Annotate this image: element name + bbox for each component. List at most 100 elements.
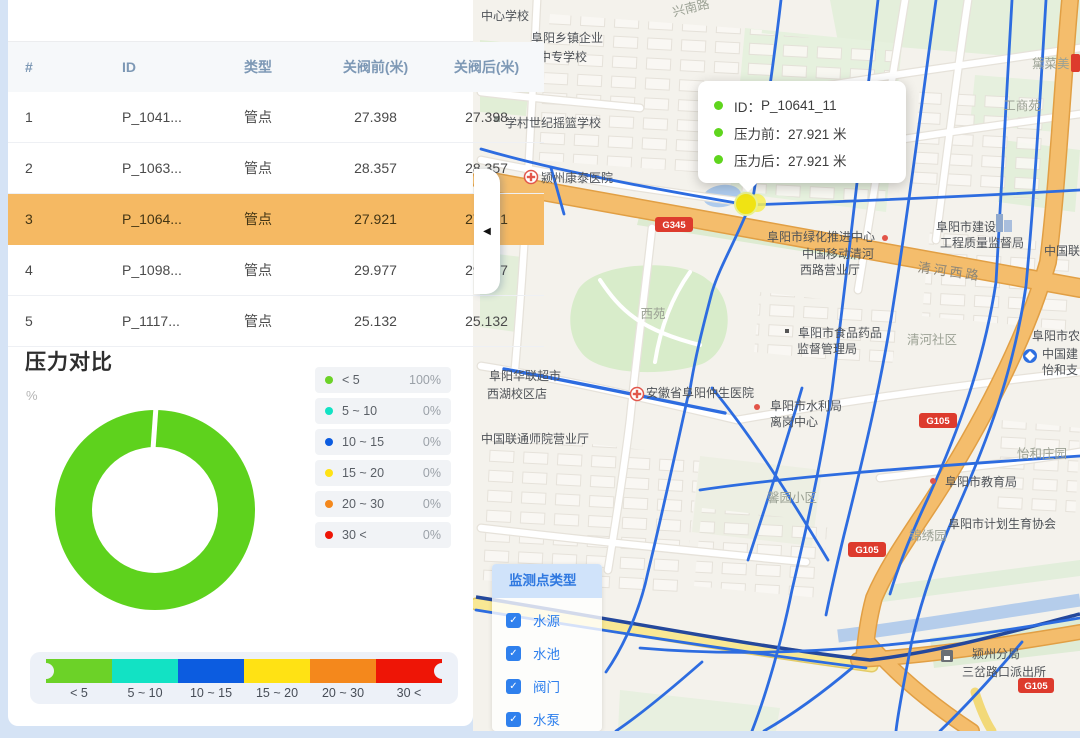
- label-jiaoyuju: 阜阳市教育局: [945, 474, 1017, 489]
- label-nong: 阜阳市农: [1032, 328, 1080, 343]
- col-header-before: 关阀前(米): [322, 42, 429, 92]
- valve-result-table: # ID 类型 关阀前(米) 关阀后(米) 1 P_1041... 管点 27.…: [8, 42, 544, 347]
- colorbar-seg-green: [46, 659, 112, 683]
- checkbox-checked-icon[interactable]: ✓: [506, 679, 521, 694]
- cell-type: 管点: [217, 143, 322, 194]
- legend-value: 0%: [423, 497, 441, 511]
- monitor-type-item-valve[interactable]: ✓ 阀门: [506, 676, 602, 696]
- cell-id: P_1041...: [95, 92, 217, 143]
- legend-value: 0%: [423, 528, 441, 542]
- col-header-id: ID: [95, 42, 217, 92]
- cell-index: 5: [8, 296, 95, 347]
- label-hualian-1: 阜阳华联超市: [489, 368, 561, 383]
- panel-header-space: [8, 0, 473, 42]
- cell-index: 1: [8, 92, 95, 143]
- popup-before-value: 27.921 米: [788, 123, 847, 143]
- label-yingzhoufenju: 颍州分局: [972, 647, 1020, 661]
- legend-dot-cyan: [325, 407, 333, 415]
- cell-id: P_1098...: [95, 245, 217, 296]
- label-shipin-1: 阜阳市食品药品: [798, 325, 882, 340]
- monitor-type-item-water-pool[interactable]: ✓ 水池: [506, 643, 602, 663]
- badge-g105-2: G105: [848, 542, 886, 557]
- table-row[interactable]: 5 P_1117... 管点 25.132 25.132: [8, 296, 544, 347]
- popup-before-label: 压力前：: [734, 123, 788, 143]
- legend-item-gt30[interactable]: 30 < 0%: [315, 522, 451, 548]
- label-zhongsheng-hospital: 安徽省阜阳仲生医院: [646, 385, 754, 400]
- legend-item-15-20[interactable]: 15 ~ 20 0%: [315, 460, 451, 486]
- label-shuiliju-2: 离岗中心: [770, 414, 818, 429]
- legend-dot-orange: [325, 500, 333, 508]
- cell-before: 27.921: [322, 194, 429, 245]
- cell-before: 29.977: [322, 245, 429, 296]
- colorbar-labels: < 5 5 ~ 10 10 ~ 15 15 ~ 20 20 ~ 30 30 <: [46, 686, 442, 700]
- cell-index: 3: [8, 194, 95, 245]
- table-row[interactable]: 1 P_1041... 管点 27.398 27.398: [8, 92, 544, 143]
- legend-label: < 5: [342, 373, 360, 387]
- checkbox-checked-icon[interactable]: ✓: [506, 712, 521, 727]
- monitor-type-title: 监测点类型: [492, 564, 602, 598]
- pressure-chart-unit: %: [26, 388, 38, 403]
- legend-label: 20 ~ 30: [342, 497, 384, 511]
- colorbar-right-notch: [434, 663, 450, 679]
- panel-collapse-toggle[interactable]: ◀: [474, 169, 500, 294]
- map-canvas[interactable]: G345 G105 G105 G105 中心学校 阜阳乡镇企业 中专学校 学村世…: [473, 0, 1080, 731]
- table-row[interactable]: 4 P_1098... 管点 29.977 29.977: [8, 245, 544, 296]
- label-yidong-1: 中国移动清河: [802, 246, 874, 261]
- badge-g105-1: G105: [919, 413, 957, 428]
- monitor-type-label: 水池: [533, 643, 560, 663]
- cell-before: 27.398: [322, 92, 429, 143]
- cell-type: 管点: [217, 296, 322, 347]
- label-qinghe-shequ: 清河社区: [907, 332, 957, 347]
- legend-dot-red: [325, 531, 333, 539]
- green-dot-icon: [714, 155, 723, 164]
- label-xiyuan: 西苑: [640, 307, 666, 321]
- colorbar-seg-yellow: [244, 659, 310, 683]
- legend-label: 5 ~ 10: [342, 404, 377, 418]
- cell-type: 管点: [217, 245, 322, 296]
- poi-dot-red-3: [930, 478, 936, 484]
- label-daicaimei: 黛菜美: [1032, 57, 1070, 71]
- popup-after-value: 27.921 米: [788, 150, 847, 170]
- table-row-selected[interactable]: 3 P_1064... 管点 27.921 27.921: [8, 194, 544, 245]
- monitor-type-item-pump[interactable]: ✓ 水泵: [506, 709, 602, 729]
- checkbox-checked-icon[interactable]: ✓: [506, 646, 521, 661]
- legend-item-20-30[interactable]: 20 ~ 30 0%: [315, 491, 451, 517]
- colorbar-label: < 5: [46, 686, 112, 700]
- label-gongshangyuan: 工商苑: [1003, 98, 1041, 113]
- label-hualian-2: 西湖校区店: [487, 386, 547, 401]
- legend-item-5-10[interactable]: 5 ~ 10 0%: [315, 398, 451, 424]
- monitor-type-panel: 监测点类型 ✓ 水源 ✓ 水池 ✓ 阀门 ✓ 水泵: [492, 564, 602, 731]
- col-header-index: #: [8, 42, 95, 92]
- colorbar-label: 15 ~ 20: [244, 686, 310, 700]
- cell-id: P_1117...: [95, 296, 217, 347]
- legend-dot-blue: [325, 438, 333, 446]
- cell-id: P_1064...: [95, 194, 217, 245]
- colorbar-label: 20 ~ 30: [310, 686, 376, 700]
- monitor-type-item-water-source[interactable]: ✓ 水源: [506, 610, 602, 630]
- hospital-icon-2: [631, 388, 644, 401]
- checkbox-checked-icon[interactable]: ✓: [506, 613, 521, 628]
- legend-dot-green: [325, 376, 333, 384]
- monitor-type-label: 阀门: [533, 676, 560, 696]
- cell-index: 2: [8, 143, 95, 194]
- popup-id-value: P_10641_11: [761, 98, 837, 113]
- legend-label: 30 <: [342, 528, 367, 542]
- legend-item-lt5[interactable]: < 5 100%: [315, 367, 451, 393]
- map-info-popup: ID： P_10641_11 压力前： 27.921 米 压力后： 27.921…: [698, 81, 906, 183]
- colorbar-seg-red: [376, 659, 442, 683]
- label-yidong-2: 西路营业厅: [800, 262, 860, 277]
- cell-type: 管点: [217, 194, 322, 245]
- donut-hole: [92, 447, 218, 573]
- cell-id: P_1063...: [95, 143, 217, 194]
- legend-item-10-15[interactable]: 10 ~ 15 0%: [315, 429, 451, 455]
- poi-dot-red-2: [754, 404, 760, 410]
- popup-id-label: ID：: [734, 96, 761, 116]
- table-row[interactable]: 2 P_1063... 管点 28.357 28.357: [8, 143, 544, 194]
- green-dot-icon: [714, 101, 723, 110]
- pressure-legend: < 5 100% 5 ~ 10 0% 10 ~ 15 0% 15 ~ 20 0%…: [315, 367, 451, 553]
- label-yihezhi: 怡和支: [1042, 363, 1078, 377]
- colorbar-label: 30 <: [376, 686, 442, 700]
- label-jianshe-2: 工程质量监督局: [940, 235, 1024, 250]
- pressure-chart-title: 压力对比: [25, 346, 113, 376]
- label-jinxiuyuan: 锦绣园: [909, 528, 947, 543]
